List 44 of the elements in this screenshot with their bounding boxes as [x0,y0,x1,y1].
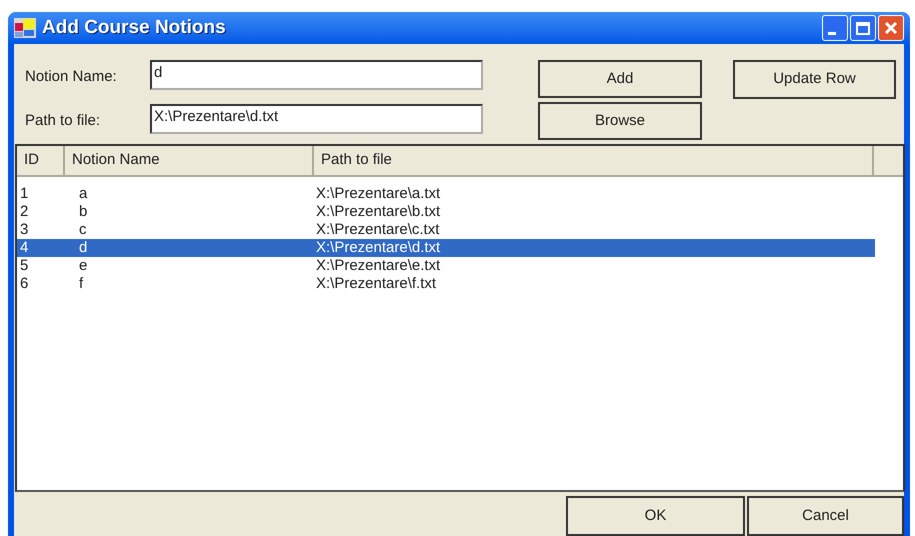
table-cell-text: 2 [19,203,30,221]
list-row[interactable]: 1 a X:\Prezentare\a.txt [17,185,875,203]
browse-button[interactable]: Browse [538,102,702,140]
table-cell-text: X:\Prezentare\c.txt [315,221,440,239]
list-row[interactable]: 4 d X:\Prezentare\d.txt [17,239,875,257]
table-cell-text: X:\Prezentare\d.txt [315,239,440,257]
table-cell-text: 5 [19,257,30,275]
column-header[interactable]: Path to file [314,146,874,175]
table-cell-text: X:\Prezentare\a.txt [315,185,440,203]
close-button[interactable] [878,15,904,41]
list-row[interactable]: 3 c X:\Prezentare\c.txt [17,221,875,239]
table-cell-text: X:\Prezentare\b.txt [315,203,440,221]
list-row[interactable]: 2 b X:\Prezentare\b.txt [17,203,875,221]
table-cell-text: e [78,257,88,275]
notion-name-field[interactable]: d [150,60,483,90]
minimize-button[interactable] [822,15,848,41]
list-row[interactable]: 6 f X:\Prezentare\f.txt [17,275,875,293]
table-cell-text: 3 [19,221,30,239]
table-cell-text: f [78,275,84,293]
column-header[interactable]: Notion Name [65,146,314,175]
table-cell-text: d [78,239,88,257]
maximize-icon [856,22,870,34]
path-field[interactable]: X:\Prezentare\d.txt [150,104,483,134]
close-icon [884,21,898,35]
app-icon [14,18,36,38]
minimize-icon [828,32,836,35]
window-title: Add Course Notions [42,16,226,40]
add-button[interactable]: Add [538,60,702,98]
list-row[interactable]: 5 e X:\Prezentare\e.txt [17,257,875,275]
table-cell-text: a [78,185,88,203]
table-cell-text: X:\Prezentare\f.txt [315,275,436,293]
cancel-button[interactable]: Cancel [747,496,904,536]
table-cell-text: 6 [19,275,30,293]
update-row-button[interactable]: Update Row [733,60,896,99]
ok-button[interactable]: OK [566,496,745,536]
table-cell-text: b [78,203,88,221]
maximize-button[interactable] [850,15,876,41]
field-label: Notion Name: [24,66,118,86]
column-header[interactable]: ID [17,146,65,175]
table-cell-text: c [78,221,88,239]
table-cell-text: 1 [19,185,30,203]
field-label: Path to file: [24,110,102,130]
table-cell-text: X:\Prezentare\e.txt [315,257,440,275]
table-cell-text: 4 [19,239,30,257]
